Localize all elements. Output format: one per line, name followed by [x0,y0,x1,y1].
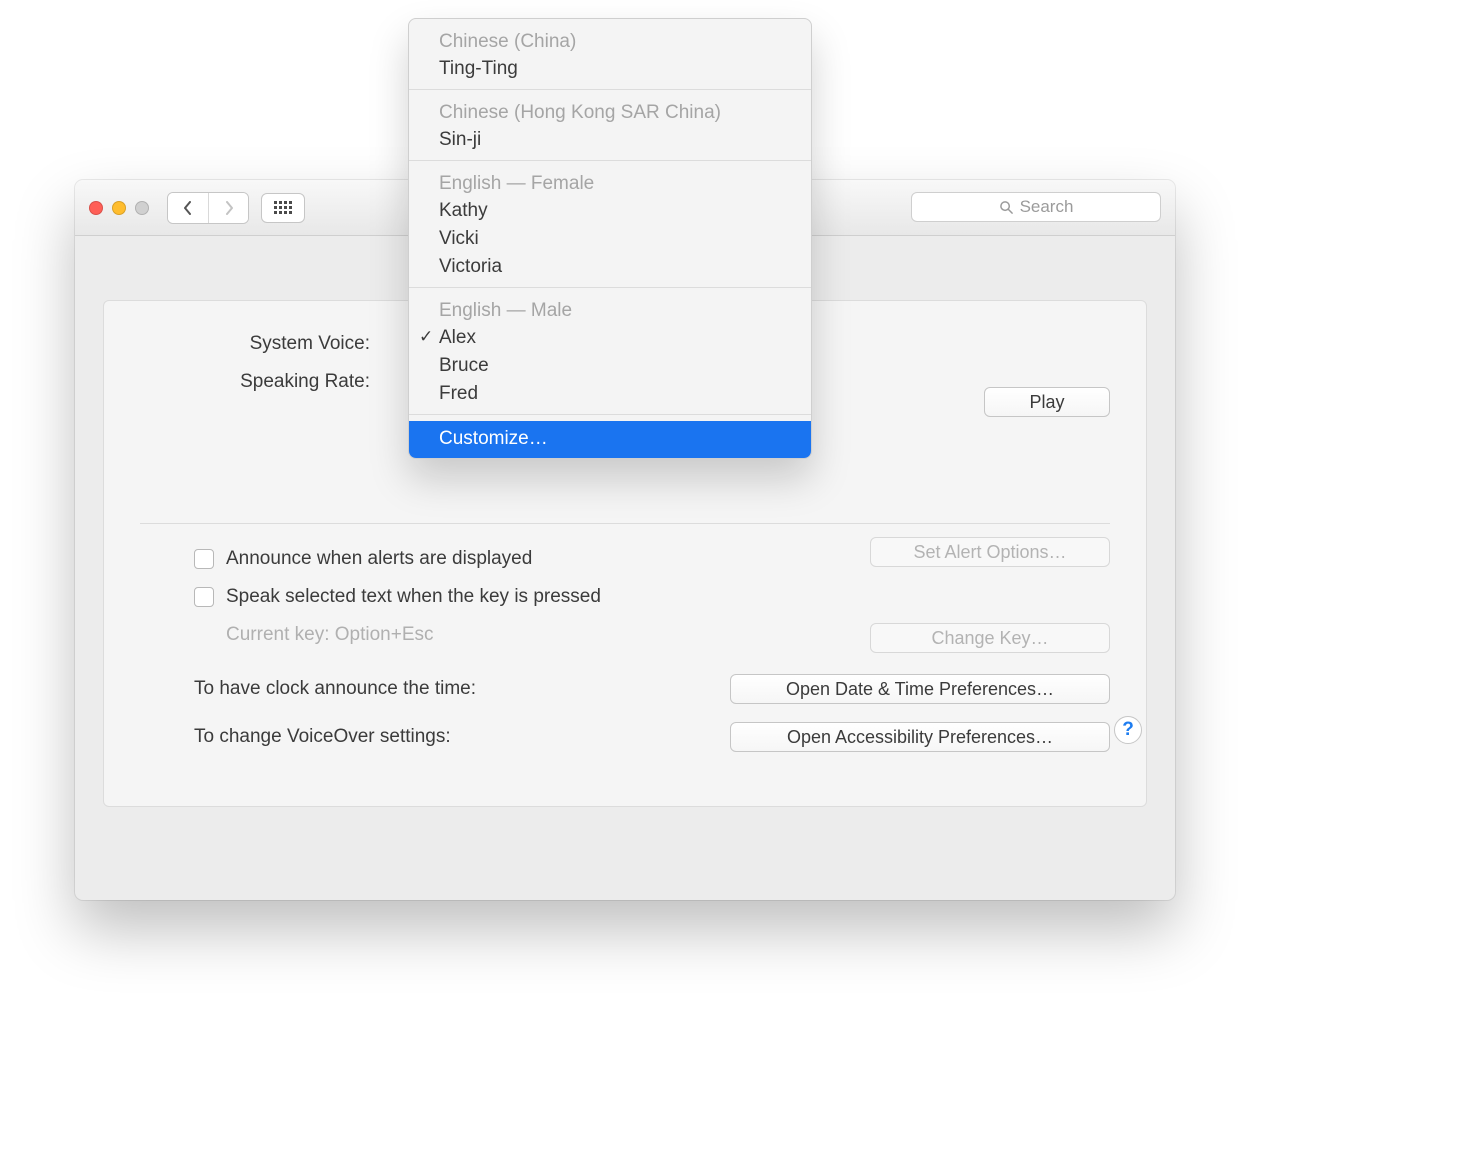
system-voice-label: System Voice: [140,333,378,355]
chevron-left-icon [182,201,194,215]
back-button[interactable] [168,193,208,223]
traffic-lights [89,201,149,215]
system-voice-dropdown[interactable]: Chinese (China) Ting-Ting Chinese (Hong … [408,18,812,459]
forward-button [208,193,248,223]
zoom-button [135,201,149,215]
help-button[interactable]: ? [1114,716,1142,744]
chevron-right-icon [223,201,235,215]
dd-separator [409,89,811,90]
dd-customize[interactable]: Customize… [409,421,811,458]
speak-selected-row: Speak selected text when the key is pres… [194,586,1110,608]
clock-label: To have clock announce the time: [194,678,476,700]
dd-group-header: Chinese (Hong Kong SAR China) [409,96,811,126]
dd-item-sin-ji[interactable]: Sin-ji [409,126,811,154]
search-icon [999,200,1014,215]
grid-icon [274,201,292,214]
dd-group-header: English — Male [409,294,811,324]
voiceover-row: To change VoiceOver settings: Open Acces… [194,722,1110,752]
play-button[interactable]: Play [984,387,1110,417]
dd-separator [409,160,811,161]
dd-item-fred[interactable]: Fred [409,380,811,408]
open-accessibility-button[interactable]: Open Accessibility Preferences… [730,722,1110,752]
announce-alerts-label: Announce when alerts are displayed [226,548,532,570]
dd-item-kathy[interactable]: Kathy [409,197,811,225]
set-alert-options-button: Set Alert Options… [870,537,1110,567]
speak-selected-checkbox[interactable] [194,587,214,607]
dd-separator [409,414,811,415]
speaking-rate-label: Speaking Rate: [140,371,378,393]
announce-alerts-checkbox[interactable] [194,549,214,569]
close-button[interactable] [89,201,103,215]
dd-separator [409,287,811,288]
dd-item-vicki[interactable]: Vicki [409,225,811,253]
divider [140,523,1110,524]
dd-item-bruce[interactable]: Bruce [409,352,811,380]
voiceover-label: To change VoiceOver settings: [194,726,451,748]
dd-item-ting-ting[interactable]: Ting-Ting [409,55,811,83]
nav-segmented [167,192,249,224]
search-field[interactable]: Search [911,192,1161,222]
dd-item-alex[interactable]: Alex [409,324,811,352]
speak-selected-label: Speak selected text when the key is pres… [226,586,601,608]
change-key-button: Change Key… [870,623,1110,653]
minimize-button[interactable] [112,201,126,215]
show-all-button[interactable] [261,193,305,223]
dd-item-victoria[interactable]: Victoria [409,253,811,281]
dd-group-header: English — Female [409,167,811,197]
open-datetime-button[interactable]: Open Date & Time Preferences… [730,674,1110,704]
search-placeholder: Search [1020,197,1074,217]
clock-row: To have clock announce the time: Open Da… [194,674,1110,704]
dd-group-header: Chinese (China) [409,25,811,55]
